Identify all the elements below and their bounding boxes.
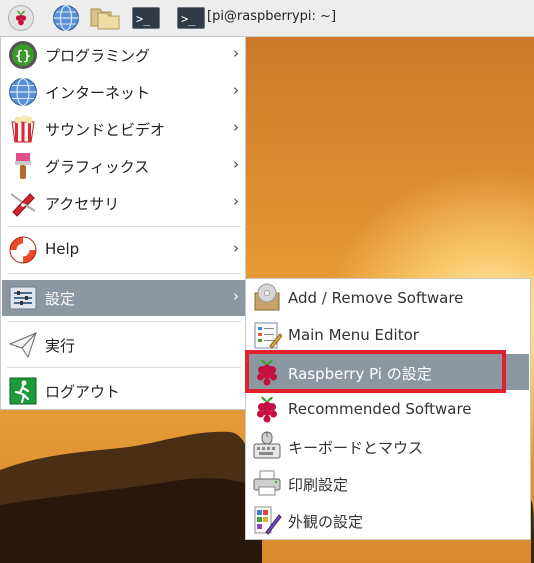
menu-item-label: プログラミング <box>45 47 151 65</box>
submenu-item-label: Recommended Software <box>288 400 472 418</box>
raspberry-menu-button[interactable] <box>6 3 36 33</box>
terminal-icon: >_ <box>132 7 160 29</box>
internet-icon <box>9 77 37 107</box>
menu-item-label: ログアウト <box>45 383 121 401</box>
main-menu: {} プログラミング › インターネット › サウンドとビデオ › グラフィック… <box>0 36 246 410</box>
submenu-item-label: キーボードとマウス <box>288 439 424 457</box>
chevron-right-icon: › <box>233 155 239 173</box>
chevron-right-icon: › <box>233 44 239 62</box>
chevron-right-icon: › <box>233 192 239 210</box>
menu-item-label: Help <box>45 240 80 258</box>
settings-icon <box>9 286 37 310</box>
menu-item-accessories[interactable]: アクセサリ › <box>2 185 245 221</box>
main-menu-editor-icon <box>254 322 282 349</box>
submenu-item-label: 外観の設定 <box>288 513 364 531</box>
chevron-right-icon: › <box>233 118 239 136</box>
chevron-right-icon: › <box>233 81 239 99</box>
menu-separator <box>7 226 241 227</box>
programming-icon: {} <box>9 41 37 69</box>
svg-text:{}: {} <box>15 49 31 64</box>
terminal-window-button[interactable]: >_ <box>174 3 208 33</box>
menu-separator <box>7 321 241 322</box>
accessories-icon <box>10 193 36 217</box>
terminal-window-icon: >_ <box>177 7 205 29</box>
menu-item-label: 実行 <box>45 337 76 355</box>
settings-submenu: Add / Remove Software Main Menu Editor R… <box>245 278 531 540</box>
raspberry-menu-icon <box>8 5 34 31</box>
menu-item-run[interactable]: 実行 <box>2 327 245 363</box>
window-title[interactable]: [pi@raspberrypi: ~] <box>207 9 336 24</box>
chevron-right-icon: › <box>233 239 239 257</box>
menu-item-programming[interactable]: {} プログラミング › <box>2 37 245 73</box>
menu-item-help[interactable]: Help › <box>2 232 245 268</box>
menu-separator <box>7 367 241 368</box>
submenu-item-recommended-software[interactable]: Recommended Software <box>247 391 529 427</box>
submenu-item-printer-settings[interactable]: 印刷設定 <box>247 465 529 501</box>
help-icon <box>9 236 37 264</box>
file-manager-icon <box>90 8 120 30</box>
chevron-right-icon: › <box>233 287 239 305</box>
add-remove-software-icon <box>254 283 280 311</box>
menu-item-settings[interactable]: 設定 › <box>2 280 245 316</box>
submenu-item-main-menu-editor[interactable]: Main Menu Editor <box>247 317 529 353</box>
printer-icon <box>253 470 281 496</box>
appearance-icon <box>254 506 282 535</box>
menu-item-label: インターネット <box>45 84 151 102</box>
menu-item-label: アクセサリ <box>45 195 120 213</box>
menu-item-label: サウンドとビデオ <box>45 121 166 139</box>
submenu-item-label: Add / Remove Software <box>288 289 464 307</box>
menu-item-logout[interactable]: ログアウト <box>2 373 245 409</box>
menu-separator <box>7 273 241 274</box>
menu-item-internet[interactable]: インターネット › <box>2 74 245 110</box>
web-browser-icon <box>53 4 79 32</box>
keyboard-mouse-icon <box>253 431 281 459</box>
file-manager-button[interactable] <box>88 3 122 33</box>
logout-icon <box>9 377 37 405</box>
submenu-item-label: 印刷設定 <box>288 476 349 494</box>
submenu-item-keyboard-mouse[interactable]: キーボードとマウス <box>247 428 529 464</box>
annotation-highlight-box <box>245 350 506 393</box>
menu-item-sound-video[interactable]: サウンドとビデオ › <box>2 111 245 147</box>
menu-item-label: グラフィックス <box>45 158 150 176</box>
submenu-item-label: Main Menu Editor <box>288 326 419 344</box>
sound-video-icon <box>11 115 35 143</box>
submenu-item-appearance-settings[interactable]: 外観の設定 <box>247 502 529 538</box>
web-browser-button[interactable] <box>51 3 81 33</box>
run-icon <box>8 332 37 359</box>
menu-item-label: 設定 <box>45 290 76 308</box>
menu-item-graphics[interactable]: グラフィックス › <box>2 148 245 184</box>
submenu-item-add-remove-software[interactable]: Add / Remove Software <box>247 280 529 316</box>
graphics-icon <box>15 153 31 179</box>
recommended-software-icon <box>257 396 277 423</box>
terminal-button[interactable]: >_ <box>129 3 163 33</box>
taskbar: >_ >_ [pi@raspberrypi: ~] <box>0 0 534 37</box>
